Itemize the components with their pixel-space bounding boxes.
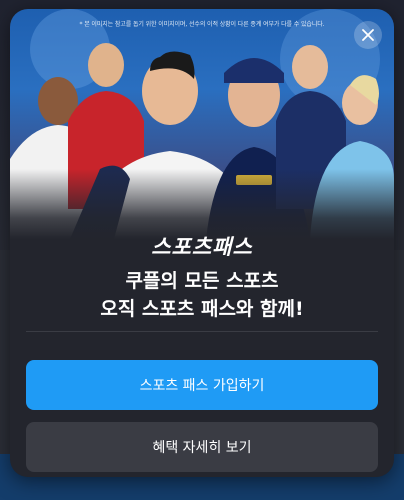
- image-disclaimer: * 본 이미지는 참고를 돕기 위한 이미지이며, 선수의 이적 상황이 다른 …: [79, 21, 325, 28]
- divider: [26, 331, 378, 332]
- modal-headline: 쿠플의 모든 스포츠 오직 스포츠 패스와 함께!: [10, 267, 394, 323]
- subscribe-button[interactable]: 스포츠 패스 가입하기: [26, 360, 378, 410]
- close-button[interactable]: [354, 21, 382, 49]
- sports-pass-logo: 스포츠패스: [151, 235, 253, 259]
- hero-fade-overlay: [10, 169, 394, 239]
- close-icon: [362, 29, 374, 41]
- headline-line-1: 쿠플의 모든 스포츠: [125, 270, 279, 292]
- hero-banner-image: * 본 이미지는 참고를 돕기 위한 이미지이며, 선수의 이적 상황이 다른 …: [10, 9, 394, 239]
- benefits-details-button[interactable]: 혜택 자세히 보기: [26, 422, 378, 472]
- headline-line-2: 오직 스포츠 패스와 함께!: [100, 298, 304, 320]
- sports-pass-modal: * 본 이미지는 참고를 돕기 위한 이미지이며, 선수의 이적 상황이 다른 …: [10, 9, 394, 477]
